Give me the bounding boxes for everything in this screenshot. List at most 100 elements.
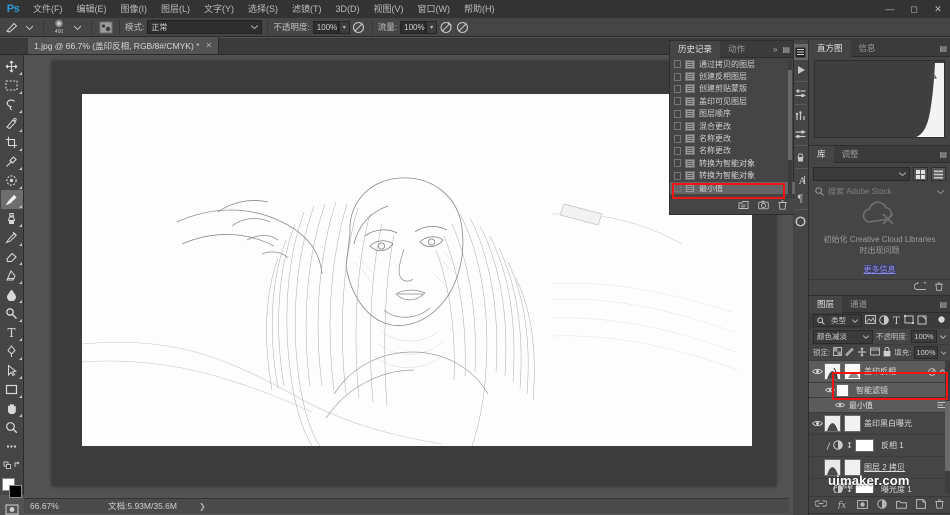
library-more-info-link[interactable]: 更多信息	[864, 264, 896, 275]
smoothing-options-icon[interactable]	[454, 19, 471, 35]
menu-item-3d[interactable]: 3D(D)	[329, 0, 367, 18]
quick-select-tool[interactable]	[1, 114, 23, 133]
layer-name[interactable]: 盖印黑白曝光	[864, 418, 912, 429]
layer-row-smart-filter-mask[interactable]: 智能滤镜	[809, 383, 950, 398]
layer-row-smart-object[interactable]: 盖印反相	[809, 361, 950, 383]
history-brush-tool[interactable]	[1, 228, 23, 247]
marquee-tool[interactable]	[1, 76, 23, 95]
maximize-button[interactable]: ◻	[902, 0, 926, 18]
tab-libraries[interactable]: 库	[809, 146, 834, 163]
quick-mask-toggle[interactable]	[1, 500, 23, 515]
clone-stamp-tool[interactable]	[1, 209, 23, 228]
layer-visibility-icon[interactable]	[811, 420, 824, 427]
tab-histogram[interactable]: 直方图	[809, 40, 851, 57]
layers-panel-menu-icon[interactable]: ▤	[939, 300, 947, 309]
crop-tool[interactable]	[1, 133, 23, 152]
library-search-row[interactable]: 搜索 Adobe Stock	[812, 184, 947, 199]
filter-pixel-icon[interactable]	[865, 315, 876, 326]
brush-preset-dropdown-arrow[interactable]	[21, 19, 38, 35]
tab-channels[interactable]: 通道	[842, 296, 875, 313]
lock-artboard-nesting-icon[interactable]	[870, 347, 880, 358]
background-color-swatch[interactable]	[9, 485, 22, 498]
properties-dock-icon[interactable]	[794, 85, 808, 101]
histogram-panel-menu-icon[interactable]: ▤	[939, 44, 947, 53]
delete-library-icon[interactable]	[935, 282, 943, 293]
history-state-item[interactable]: 名称更改	[670, 145, 795, 157]
brush-tool-preset-icon[interactable]	[4, 19, 21, 35]
document-window[interactable]	[52, 61, 776, 486]
tab-adjustments[interactable]: 调整	[834, 146, 867, 163]
history-snapshot-checkbox[interactable]	[674, 97, 681, 105]
image-canvas[interactable]	[82, 94, 752, 446]
lasso-tool[interactable]	[1, 95, 23, 114]
blur-tool[interactable]	[1, 285, 23, 304]
history-state-item[interactable]: 通过拷贝的图层	[670, 58, 795, 70]
healing-brush-tool[interactable]	[1, 171, 23, 190]
create-snapshot-icon[interactable]	[758, 200, 769, 212]
brush-tool[interactable]	[1, 190, 23, 209]
filter-type-icon[interactable]: T	[892, 315, 901, 327]
history-state-item[interactable]: 创建剪贴蒙版	[670, 83, 795, 95]
layer-list[interactable]: 盖印反相 智能滤镜	[809, 361, 950, 493]
layer-blend-mode-select[interactable]: 颜色减淡	[813, 330, 873, 344]
menu-item-select[interactable]: 选择(S)	[241, 0, 285, 18]
flow-dropdown-arrow[interactable]: ▾	[426, 21, 437, 34]
layer-thumbnail[interactable]	[824, 363, 841, 380]
menu-item-help[interactable]: 帮助(H)	[457, 0, 502, 18]
tab-info[interactable]: 信息	[851, 40, 884, 57]
history-panel[interactable]: 历史记录 动作 » ▤ 通过拷贝的图层 创建反相图层 创建剪贴蒙版	[669, 40, 794, 215]
pressure-opacity-icon[interactable]	[350, 19, 367, 35]
history-state-item[interactable]: 盖印可见图层	[670, 95, 795, 107]
lock-transparent-pixels-icon[interactable]	[833, 347, 842, 358]
layer-mask-thumbnail[interactable]	[855, 439, 874, 452]
layer-row-pixel[interactable]: 图层 2 拷贝	[809, 457, 950, 479]
new-layer-icon[interactable]	[916, 499, 926, 511]
filter-adjustment-icon[interactable]	[879, 315, 889, 327]
history-state-item[interactable]: 创建反相图层	[670, 70, 795, 82]
layer-fill-input[interactable]: 100%	[914, 346, 937, 359]
zoom-level-value[interactable]: 66.67%	[30, 501, 90, 511]
history-snapshot-checkbox[interactable]	[674, 159, 681, 167]
layer-link-icon[interactable]	[846, 440, 853, 452]
toggle-brush-settings-panel-icon[interactable]	[97, 19, 114, 35]
layer-row-adjustment[interactable]: 曝光度 1	[809, 479, 950, 493]
blend-mode-select[interactable]: 正常	[147, 20, 262, 34]
minimize-button[interactable]: —	[878, 0, 902, 18]
history-snapshot-checkbox[interactable]	[674, 73, 681, 81]
library-grid-view-button[interactable]	[913, 167, 928, 181]
history-snapshot-checkbox[interactable]	[674, 135, 681, 143]
history-snapshot-checkbox[interactable]	[674, 172, 681, 180]
more-tools-button[interactable]	[1, 437, 23, 456]
path-select-tool[interactable]	[1, 361, 23, 380]
hand-tool[interactable]	[1, 399, 23, 418]
history-state-item[interactable]: 混合更改	[670, 120, 795, 132]
lock-all-icon[interactable]	[883, 347, 891, 359]
brush-size-preview-icon[interactable]: 400	[49, 19, 69, 36]
create-document-from-state-icon[interactable]	[738, 200, 749, 212]
link-layers-icon[interactable]	[815, 500, 827, 510]
layer-thumbnail[interactable]	[824, 415, 841, 432]
history-scrollbar[interactable]	[788, 60, 792, 196]
adjustments-dock-icon[interactable]	[794, 108, 808, 124]
layer-opacity-input[interactable]: 100%	[911, 330, 937, 343]
layer-visibility-icon[interactable]	[823, 387, 836, 393]
history-snapshot-checkbox[interactable]	[674, 110, 681, 118]
layer-mask-icon[interactable]	[857, 500, 868, 511]
history-panel-menu-icon[interactable]: ▤	[782, 45, 790, 54]
history-state-list[interactable]: 通过拷贝的图层 创建反相图层 创建剪贴蒙版 盖印可见图层 图层顺序	[670, 58, 795, 198]
move-tool[interactable]	[1, 57, 23, 76]
tab-actions[interactable]: 动作	[720, 41, 753, 58]
lock-image-pixels-icon[interactable]	[845, 347, 854, 358]
history-snapshot-checkbox[interactable]	[674, 147, 681, 155]
opacity-dropdown-arrow[interactable]: ▾	[339, 21, 350, 34]
type-tool[interactable]: T	[1, 323, 23, 342]
default-colors-and-swap-icons[interactable]	[1, 456, 23, 475]
menu-item-type[interactable]: 文字(Y)	[197, 0, 241, 18]
menu-item-file[interactable]: 文件(F)	[26, 0, 70, 18]
dodge-tool[interactable]	[1, 304, 23, 323]
eraser-tool[interactable]	[1, 247, 23, 266]
smart-filter-name[interactable]: 最小值	[849, 400, 873, 411]
new-group-icon[interactable]	[896, 500, 907, 511]
layer-row-adjustment[interactable]: 反相 1	[809, 435, 950, 457]
tab-history[interactable]: 历史记录	[670, 41, 720, 58]
